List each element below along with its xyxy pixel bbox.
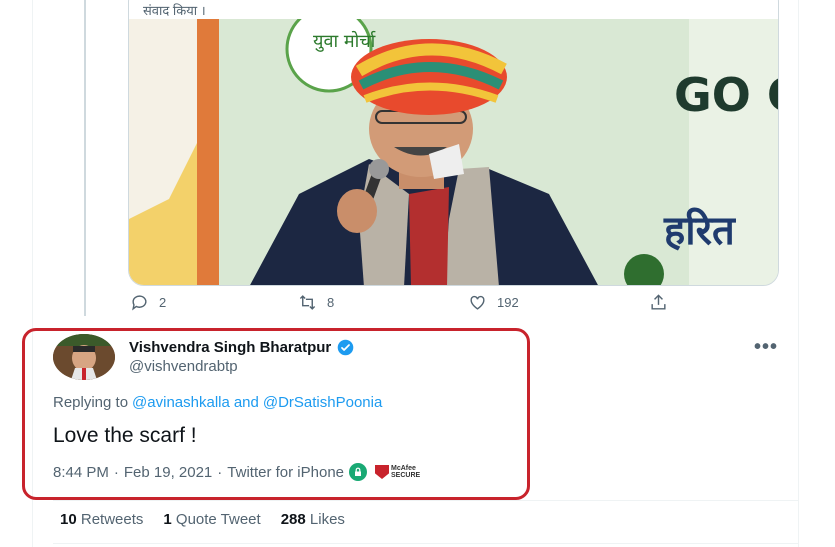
tweet-time[interactable]: 8:44 PM [53,464,109,481]
avatar[interactable] [53,334,115,380]
photo-illustration: युवा मोर्चा GO G हरित [129,19,779,285]
reply-action[interactable]: 2 [130,293,166,312]
like-action[interactable]: 192 [468,293,519,312]
tweet-text: Love the scarf ! [53,424,197,447]
quoted-tweet-text: संवाद किया । [143,3,206,18]
reply-count: 2 [159,295,167,310]
column-border-right [798,0,799,547]
mcafee-secure-label: SECURE [391,472,421,479]
retweet-count: 8 [327,295,335,310]
like-count: 192 [497,295,519,310]
share-action[interactable] [649,293,668,312]
mcafee-label: McAfee [391,465,416,472]
reply-icon [132,295,147,311]
tweet-date[interactable]: Feb 19, 2021 [124,464,212,481]
author-name[interactable]: Vishvendra Singh Bharatpur [129,339,331,356]
mcafee-secure-badge: McAfee SECURE [375,465,420,479]
divider [53,543,798,544]
retweet-action[interactable]: 8 [298,293,334,312]
engagement-stats: 10 Retweets 1 Quote Tweet 288 Likes [60,511,345,528]
divider [53,500,798,501]
likes-stat[interactable]: 288 Likes [281,511,345,528]
banner-hindi-text: युवा मोर्चा [313,30,376,52]
verified-badge-icon [337,339,354,356]
author-name-row[interactable]: Vishvendra Singh Bharatpur [129,339,354,356]
more-options-icon[interactable]: ••• [754,336,778,359]
thread-connector-line [84,0,86,316]
meta-separator: · [113,463,119,481]
tweet-client[interactable]: Twitter for iPhone [227,464,344,481]
svg-text:हरित: हरित [663,207,736,254]
lock-icon [349,463,367,481]
quoted-tweet-card[interactable]: संवाद किया । युवा मोर्चा GO G हरित [128,0,779,286]
quote-tweets-stat[interactable]: 1 Quote Tweet [163,511,260,528]
tweet-photo[interactable]: युवा मोर्चा GO G हरित [129,19,779,285]
avatar-image [53,334,115,380]
mention-link-2[interactable]: @DrSatishPoonia [263,394,382,411]
mcafee-shield-icon [375,465,389,479]
share-icon [651,294,666,310]
tweet-action-bar: 2 8 192 [0,293,835,319]
meta-separator: · [217,463,223,481]
retweet-icon [299,295,316,310]
heart-icon [470,295,485,310]
mention-joiner: and [233,394,259,411]
mention-link-1[interactable]: @avinashkalla [132,394,230,411]
retweets-stat[interactable]: 10 Retweets [60,511,143,528]
replying-to-label: Replying to [53,394,129,411]
author-handle[interactable]: @vishvendrabtp [129,358,238,375]
tweet-meta: 8:44 PM · Feb 19, 2021 · Twitter for iPh… [53,463,420,481]
replying-to-line: Replying to @avinashkalla and @DrSatishP… [53,394,382,411]
svg-text:GO G: GO G [674,68,779,122]
